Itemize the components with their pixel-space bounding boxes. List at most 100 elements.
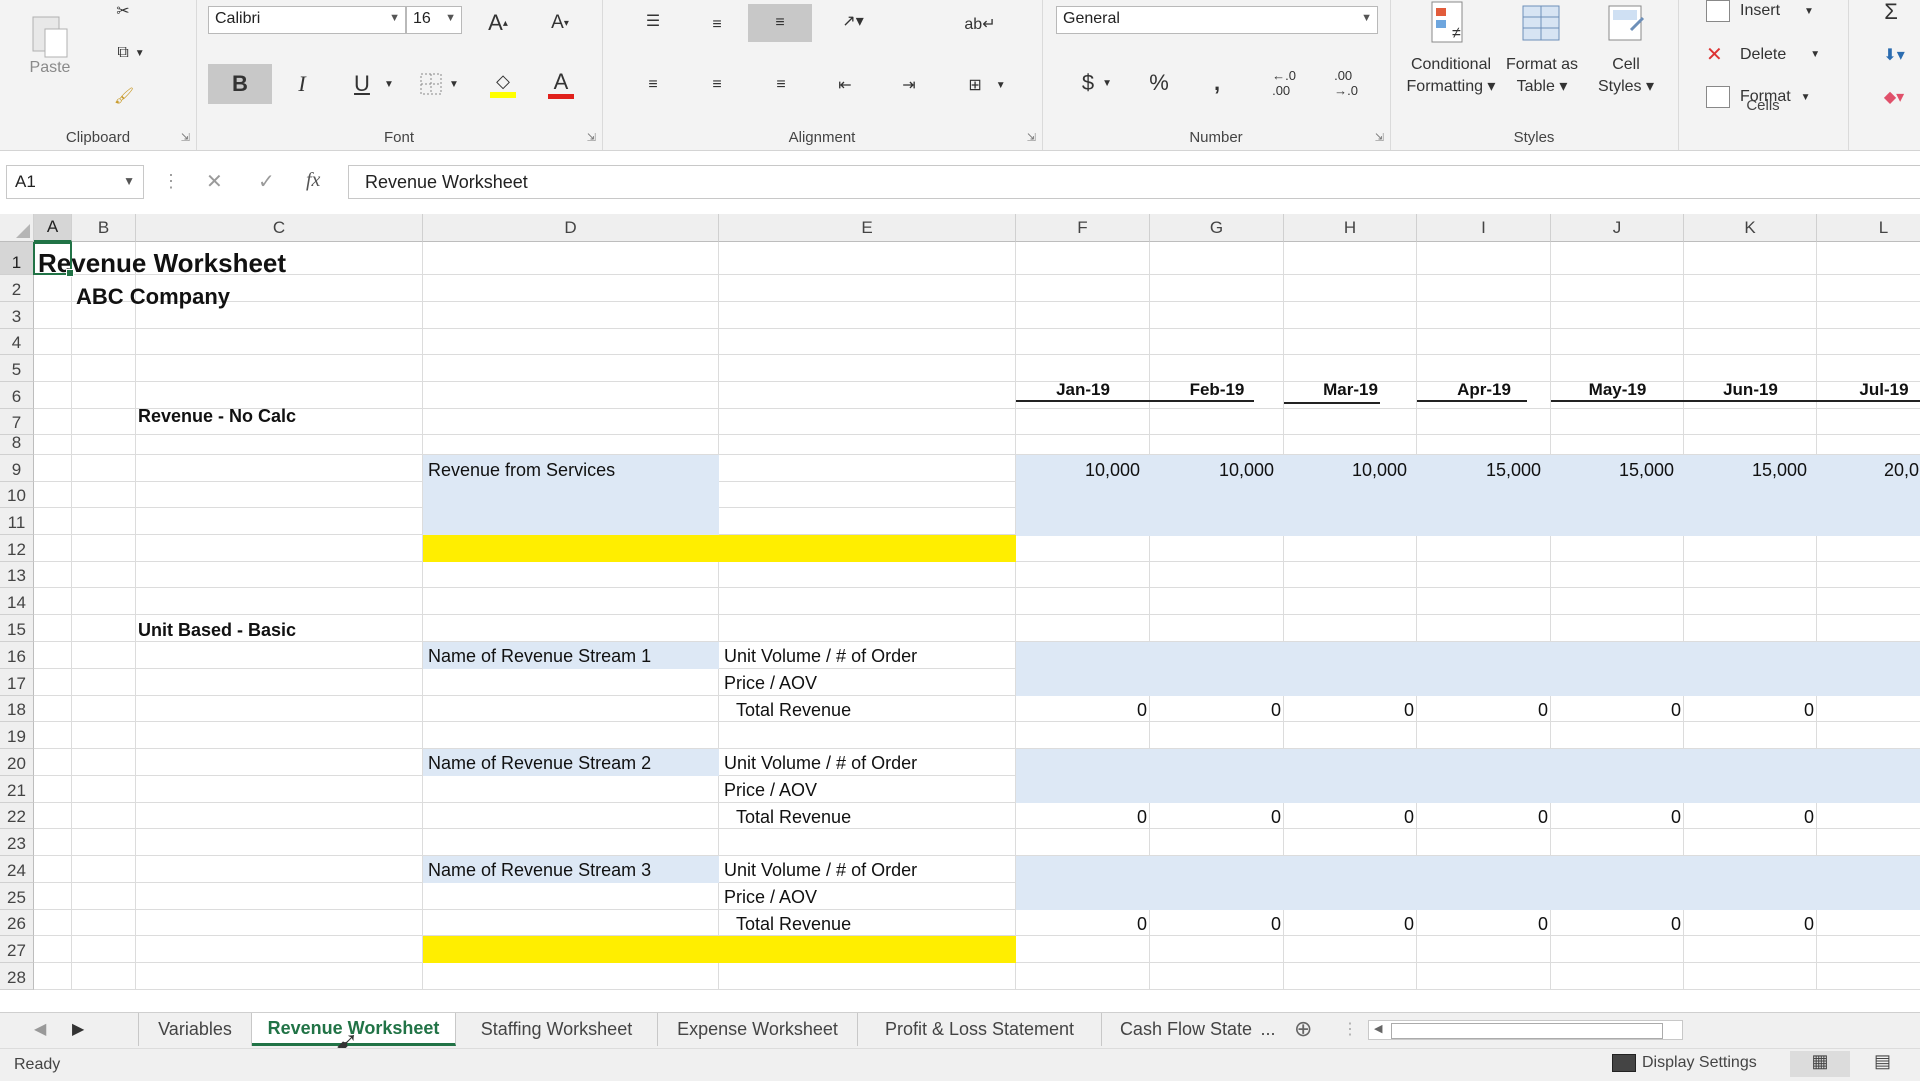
row-header-22[interactable]: 22 — [0, 803, 34, 829]
decrease-font-size-button[interactable]: A ▾ — [542, 8, 578, 38]
row-header-26[interactable]: 26 — [0, 910, 34, 936]
row-header-10[interactable]: 10 — [0, 482, 34, 508]
row-header-27[interactable]: 27 — [0, 936, 34, 963]
month-header[interactable]: Jul-19 — [1817, 380, 1920, 400]
row-header-9[interactable]: 9 — [0, 455, 34, 482]
worksheet-grid[interactable]: A B C D E F G H I J K L 1 2 3 4 5 6 7 8 9 10 11 12 13 14 15 16 17 18 1… — [0, 214, 1920, 1012]
currency-button[interactable]: $ ▼ — [1072, 64, 1122, 102]
tab-variables[interactable]: Variables — [138, 1013, 252, 1046]
tab-splitter-grip-icon[interactable]: ⋮ — [1342, 1019, 1358, 1039]
orientation-icon[interactable]: ↗▾ — [828, 4, 878, 38]
row-header-25[interactable]: 25 — [0, 883, 34, 910]
formula-bar-grip-icon[interactable]: ⋮ — [162, 171, 180, 192]
row-header-5[interactable]: 5 — [0, 355, 34, 382]
decrease-decimal-icon[interactable]: .00 →.0 — [1326, 64, 1366, 102]
number-format-select[interactable]: General ▼ — [1056, 6, 1378, 34]
increase-font-size-button[interactable]: A ▴ — [480, 8, 516, 38]
font-color-button[interactable]: A — [536, 64, 586, 104]
top-align-icon[interactable]: ☰ — [636, 4, 670, 38]
borders-button[interactable]: ▼ — [414, 68, 464, 100]
insert-function-icon[interactable]: fx — [306, 169, 320, 192]
percent-button[interactable]: % — [1140, 64, 1178, 102]
row-header-23[interactable]: 23 — [0, 829, 34, 856]
scrollbar-thumb[interactable] — [1391, 1023, 1663, 1039]
wrap-text-icon[interactable]: ab↵ — [960, 4, 1000, 44]
underline-dropdown-icon[interactable]: ▼ — [382, 72, 396, 96]
tab-profit-loss[interactable]: Profit & Loss Statement — [858, 1013, 1102, 1046]
stream-total-value[interactable]: 0 — [1551, 700, 1681, 721]
services-value[interactable]: 15,000 — [1551, 460, 1674, 481]
services-value[interactable]: 10,000 — [1284, 460, 1407, 481]
stream-volume-label[interactable]: Unit Volume / # of Order — [724, 860, 917, 881]
tab-overflow-ellipsis[interactable]: ... — [1258, 1013, 1278, 1046]
stream-total-value[interactable]: 0 — [1284, 700, 1414, 721]
stream-total-label[interactable]: Total Revenue — [736, 807, 851, 828]
horizontal-scrollbar[interactable]: ◀ — [1368, 1020, 1683, 1040]
page-layout-view-icon[interactable]: ▤ — [1874, 1051, 1891, 1072]
month-header[interactable]: Feb-19 — [1150, 380, 1284, 400]
stream-total-value[interactable]: 0 — [1684, 807, 1814, 828]
font-size-select[interactable]: 16 ▼ — [406, 6, 462, 34]
stream-price-label[interactable]: Price / AOV — [724, 780, 817, 801]
row-header-11[interactable]: 11 — [0, 508, 34, 535]
cell-styles-button[interactable]: Cell Styles ▾ — [1586, 0, 1666, 98]
stream-total-value[interactable]: 0 — [1551, 914, 1681, 935]
stream-total-value[interactable]: 0 — [1551, 807, 1681, 828]
stream-price-label[interactable]: Price / AOV — [724, 673, 817, 694]
delete-button[interactable]: ✕ Delete ▼ — [1706, 42, 1820, 67]
row-header-8[interactable]: 8 — [0, 433, 34, 455]
revenue-services-label[interactable]: Revenue from Services — [428, 460, 615, 481]
clipboard-launcher-icon[interactable]: ⇲ — [181, 131, 190, 144]
section-label-unit-based[interactable]: Unit Based - Basic — [138, 620, 296, 641]
align-left-icon[interactable]: ≡ — [636, 68, 670, 102]
display-settings-button[interactable]: Display Settings — [1612, 1054, 1757, 1072]
stream-total-value[interactable]: 0 — [1284, 807, 1414, 828]
row-header-19[interactable]: 19 — [0, 722, 34, 749]
increase-decimal-icon[interactable]: ←.0.00 — [1264, 64, 1304, 102]
services-value[interactable]: 10,000 — [1150, 460, 1274, 481]
decrease-indent-icon[interactable]: ⇤ — [828, 68, 862, 102]
italic-button[interactable]: I — [284, 64, 320, 104]
fill-color-button[interactable]: ◇ — [478, 64, 528, 104]
services-value[interactable]: 15,000 — [1684, 460, 1807, 481]
formula-input[interactable]: Revenue Worksheet — [348, 165, 1920, 199]
format-painter-icon[interactable]: 🖌 — [110, 84, 138, 108]
paste-button[interactable]: Paste — [20, 0, 80, 90]
row-header-28[interactable]: 28 — [0, 963, 34, 990]
month-header[interactable]: May-19 — [1551, 380, 1684, 400]
stream-total-value[interactable]: 0 — [1417, 807, 1548, 828]
row-header-1[interactable]: 1 — [0, 242, 34, 275]
cancel-icon[interactable]: ✕ — [206, 169, 223, 194]
stream-total-value[interactable]: 0 — [1417, 914, 1548, 935]
column-header-d[interactable]: D — [423, 214, 719, 242]
stream-total-value[interactable]: 0 — [1284, 914, 1414, 935]
row-header-15[interactable]: 15 — [0, 615, 34, 642]
tab-cash-flow[interactable]: Cash Flow State — [1102, 1013, 1258, 1046]
stream-total-value[interactable]: 0 — [1016, 807, 1147, 828]
row-header-17[interactable]: 17 — [0, 669, 34, 696]
clear-icon[interactable]: ◆▾ — [1874, 84, 1914, 110]
copy-icon[interactable]: ⧉ ▼ — [106, 40, 156, 66]
underline-button[interactable]: U — [344, 64, 380, 104]
select-all-corner[interactable] — [0, 214, 34, 242]
stream-name[interactable]: Name of Revenue Stream 1 — [428, 646, 651, 667]
stream-price-label[interactable]: Price / AOV — [724, 887, 817, 908]
tab-staffing-worksheet[interactable]: Staffing Worksheet — [456, 1013, 658, 1046]
row-header-13[interactable]: 13 — [0, 562, 34, 588]
font-launcher-icon[interactable]: ⇲ — [587, 131, 596, 144]
row-header-6[interactable]: 6 — [0, 382, 34, 409]
scroll-left-icon[interactable]: ◀ — [1374, 1022, 1382, 1035]
tab-scroll-left-icon[interactable]: ◀ — [34, 1019, 46, 1039]
merge-center-icon[interactable]: ⊞ ▼ — [952, 68, 1022, 102]
stream-total-value[interactable]: 0 — [1150, 914, 1281, 935]
stream-total-value[interactable]: 0 — [1684, 700, 1814, 721]
month-header[interactable]: Mar-19 — [1284, 380, 1417, 400]
row-header-3[interactable]: 3 — [0, 302, 34, 329]
insert-button[interactable]: Insert ▼ — [1706, 0, 1814, 22]
month-header[interactable]: Jan-19 — [1016, 380, 1150, 400]
stream-name[interactable]: Name of Revenue Stream 3 — [428, 860, 651, 881]
column-header-h[interactable]: H — [1284, 214, 1417, 242]
row-header-18[interactable]: 18 — [0, 696, 34, 722]
align-right-icon[interactable]: ≡ — [764, 68, 798, 102]
align-center-icon[interactable]: ≡ — [700, 68, 734, 102]
